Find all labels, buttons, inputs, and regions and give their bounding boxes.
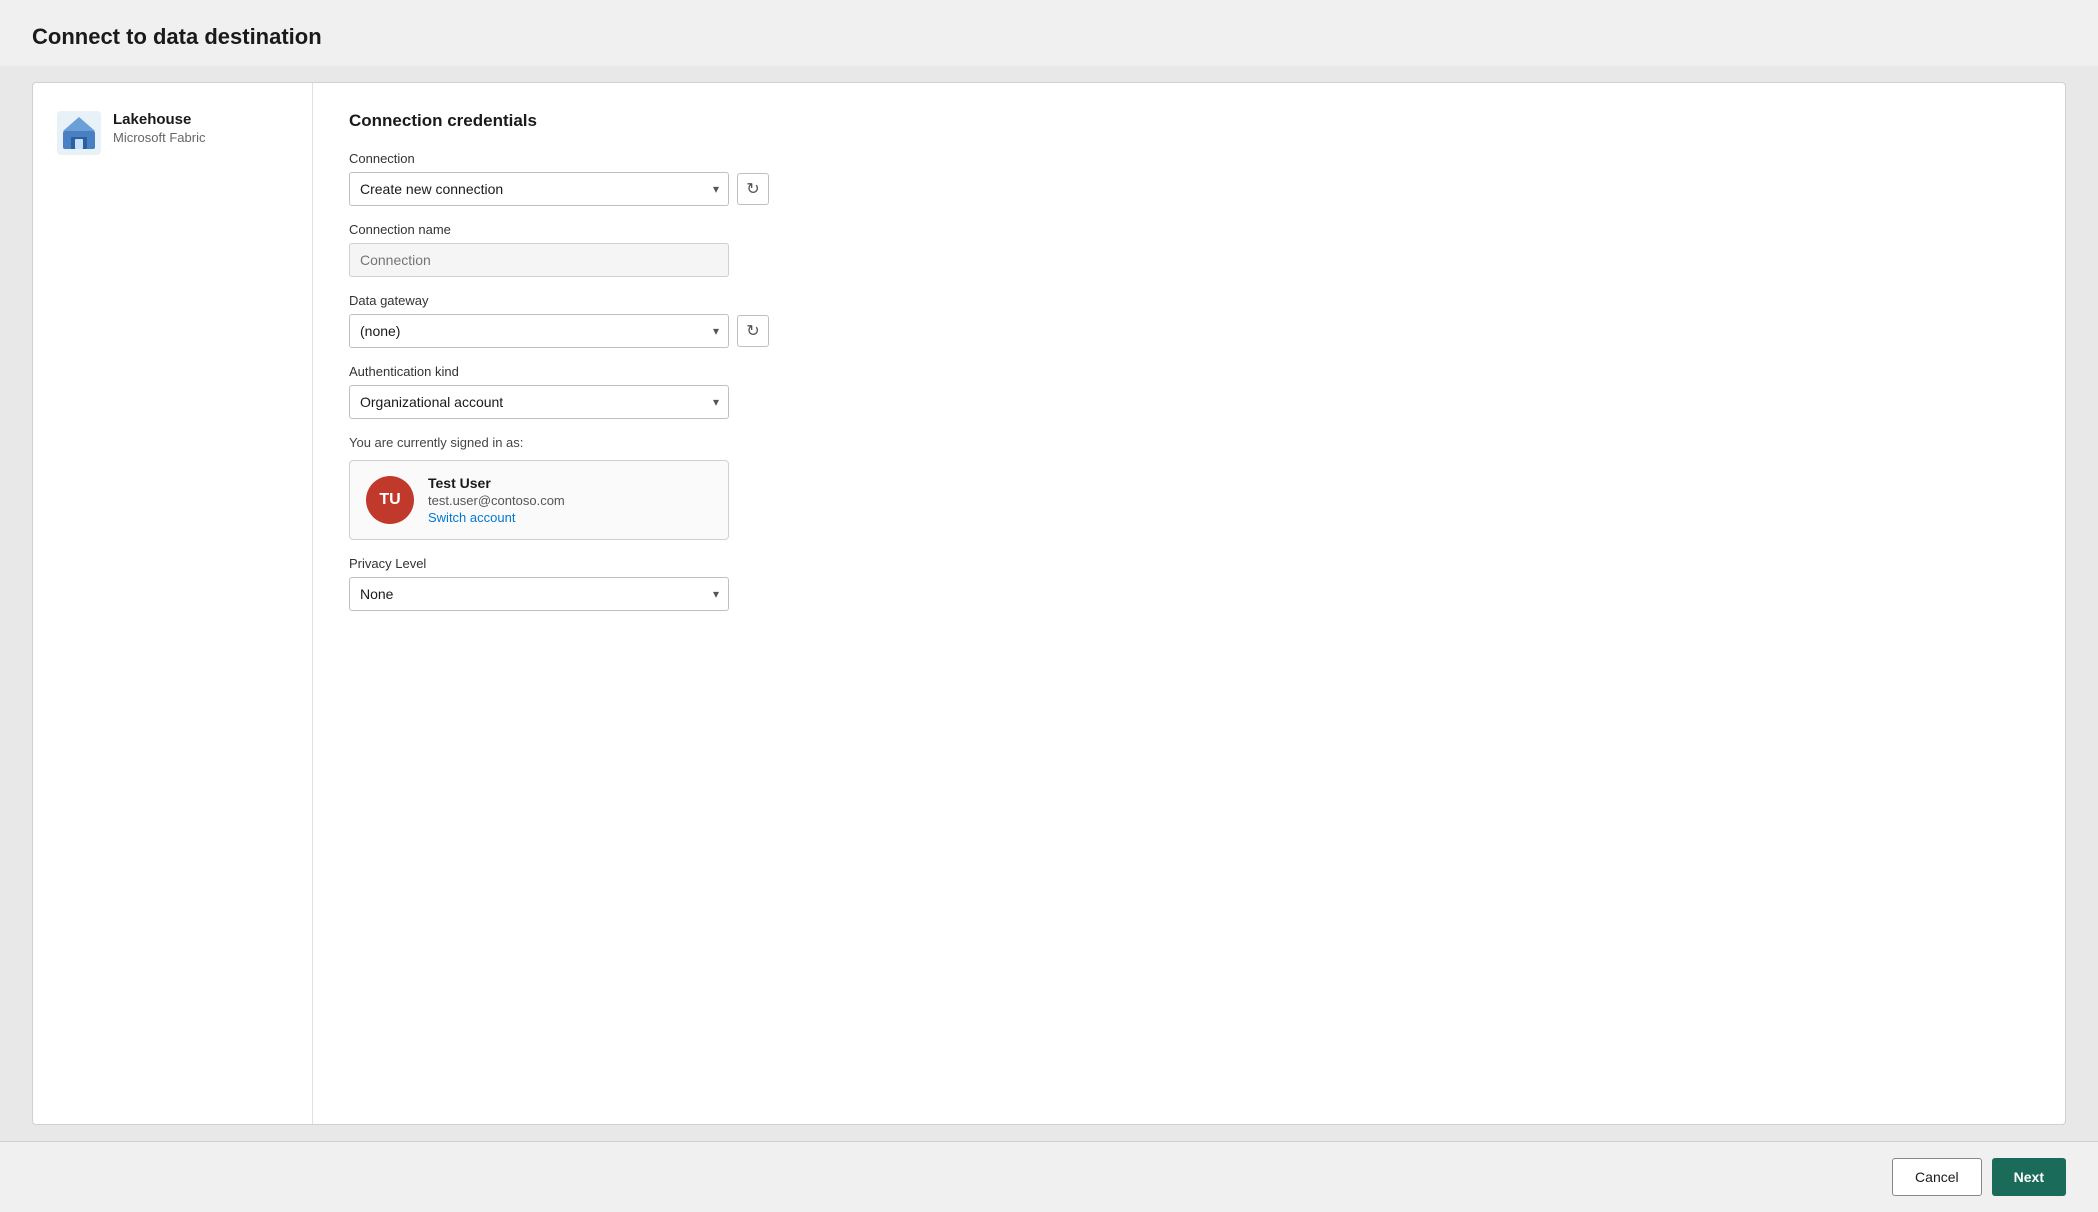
data-gateway-field-group: Data gateway (none) ▾ ↻	[349, 293, 2029, 348]
switch-account-link[interactable]: Switch account	[428, 510, 565, 525]
left-panel: Lakehouse Microsoft Fabric	[33, 83, 313, 1124]
refresh-icon-2: ↻	[746, 321, 759, 341]
cancel-button[interactable]: Cancel	[1892, 1158, 1982, 1196]
connection-name-field-group: Connection name	[349, 222, 2029, 277]
data-gateway-refresh-button[interactable]: ↻	[737, 315, 769, 347]
privacy-level-label: Privacy Level	[349, 556, 2029, 571]
signed-in-group: You are currently signed in as: TU Test …	[349, 435, 2029, 540]
auth-kind-label: Authentication kind	[349, 364, 2029, 379]
data-gateway-label: Data gateway	[349, 293, 2029, 308]
data-gateway-select-wrapper[interactable]: (none) ▾	[349, 314, 729, 348]
auth-kind-select[interactable]: Organizational account	[349, 385, 729, 419]
auth-kind-field-group: Authentication kind Organizational accou…	[349, 364, 2029, 419]
privacy-level-field-group: Privacy Level None ▾	[349, 556, 2029, 611]
connector-subtitle: Microsoft Fabric	[113, 130, 205, 145]
dialog-card: Lakehouse Microsoft Fabric Connection cr…	[32, 82, 2066, 1125]
connection-field-group: Connection Create new connection ▾ ↻	[349, 151, 2029, 206]
lakehouse-icon	[57, 111, 101, 155]
connection-row: Create new connection ▾ ↻	[349, 172, 2029, 206]
refresh-icon: ↻	[746, 179, 759, 199]
privacy-level-select[interactable]: None	[349, 577, 729, 611]
credentials-section-title: Connection credentials	[349, 111, 2029, 131]
connection-name-label: Connection name	[349, 222, 2029, 237]
auth-kind-select-wrapper[interactable]: Organizational account ▾	[349, 385, 729, 419]
data-gateway-select[interactable]: (none)	[349, 314, 729, 348]
avatar: TU	[366, 476, 414, 524]
account-name: Test User	[428, 475, 565, 491]
main-container: Lakehouse Microsoft Fabric Connection cr…	[0, 66, 2098, 1141]
data-gateway-row: (none) ▾ ↻	[349, 314, 2029, 348]
footer: Cancel Next	[0, 1141, 2098, 1212]
connection-refresh-button[interactable]: ↻	[737, 173, 769, 205]
connection-select[interactable]: Create new connection	[349, 172, 729, 206]
account-info: Test User test.user@contoso.com Switch a…	[428, 475, 565, 525]
right-panel: Connection credentials Connection Create…	[313, 83, 2065, 1124]
connection-select-wrapper[interactable]: Create new connection ▾	[349, 172, 729, 206]
signed-in-label: You are currently signed in as:	[349, 435, 2029, 450]
page-header: Connect to data destination	[0, 0, 2098, 66]
account-email: test.user@contoso.com	[428, 493, 565, 508]
privacy-level-select-wrapper[interactable]: None ▾	[349, 577, 729, 611]
connector-name: Lakehouse	[113, 111, 205, 128]
page-title: Connect to data destination	[32, 24, 2066, 50]
account-card: TU Test User test.user@contoso.com Switc…	[349, 460, 729, 540]
connection-label: Connection	[349, 151, 2029, 166]
connection-name-input[interactable]	[349, 243, 729, 277]
next-button[interactable]: Next	[1992, 1158, 2066, 1196]
left-panel-text: Lakehouse Microsoft Fabric	[113, 111, 205, 145]
